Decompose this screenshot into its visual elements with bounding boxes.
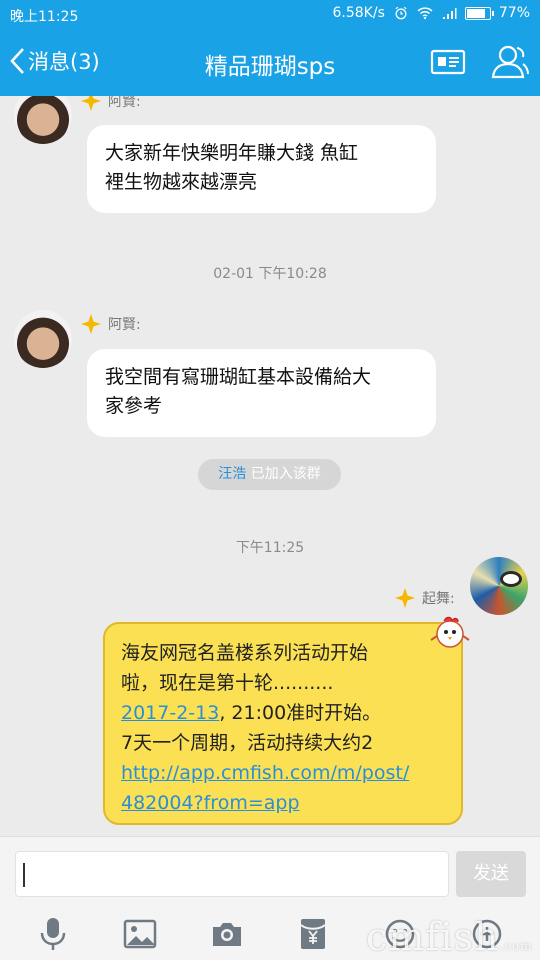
timestamp: 下午11:25 [235,540,305,556]
system-text: 已加入该群 [246,466,321,482]
mic-icon [41,918,66,950]
status-time: 晚上11:25 [10,9,79,25]
camera-button[interactable] [207,914,247,954]
message-line: 我空間有寫珊瑚缸基本設備給大 [105,366,372,388]
group-card-icon[interactable] [430,48,466,76]
date-link[interactable]: 2017-2-13 [121,702,219,724]
image-icon [123,919,157,949]
battery-percent: 77% [498,5,530,21]
send-button[interactable]: 发送 [456,851,526,897]
avatar[interactable] [14,96,72,144]
image-button[interactable] [120,914,160,954]
avatar[interactable] [470,557,528,615]
timestamp: 02-01 下午10:28 [213,266,327,282]
wifi-icon [417,7,433,20]
camera-icon [212,923,241,946]
chat-area[interactable]: 阿賢: 大家新年快樂明年賺大錢 魚缸 裡生物越來越漂亮 02-01 下午10:2… [0,96,540,836]
sender-label: 起舞: [394,587,455,609]
message-line: 大家新年快樂明年賺大錢 魚缸 [105,142,359,164]
message-line: 啦，现在是第十轮.......... [121,672,334,694]
signal-icon [442,8,457,19]
red-packet-button[interactable] [293,914,333,954]
chick-sticker-icon [430,616,470,648]
star-badge-icon [395,588,415,608]
red-packet-icon [300,919,326,949]
message-bubble[interactable]: 我空間有寫珊瑚缸基本設備給大 家參考 [87,349,436,437]
url-link[interactable]: 482004?from=app [121,788,445,818]
status-bar: 晚上11:25 6.58K/s 77% [0,0,540,30]
input-bar: 发送 cmfish.com [0,836,540,960]
battery-icon [464,6,494,20]
system-message: 汪浩 已加入该群 [198,459,341,490]
sender-label: 阿賢: [80,96,141,112]
joined-member-name[interactable]: 汪浩 [218,466,246,482]
star-badge-icon [81,96,101,111]
watermark: cmfish.com [366,915,533,959]
message-line: 家參考 [105,395,163,417]
nav-bar: 消息(3) 精品珊瑚sps [0,30,540,96]
message-bubble[interactable]: 海友网冠名盖楼系列活动开始 啦，现在是第十轮.......... 2017-2-… [103,622,463,825]
message-line: 2017-2-13, 21:00准时开始。 [121,702,382,724]
network-speed: 6.58K/s [332,5,385,21]
message-line: 海友网冠名盖楼系列活动开始 [121,642,369,664]
members-icon[interactable] [490,44,530,80]
sender-label: 阿賢: [80,313,141,335]
message-input[interactable] [15,851,449,897]
star-badge-icon [81,314,101,334]
message-line: 7天一个周期，活动持续大约2 [121,732,374,754]
message-line: 裡生物越來越漂亮 [105,171,258,193]
message-bubble[interactable]: 大家新年快樂明年賺大錢 魚缸 裡生物越來越漂亮 [87,125,436,213]
avatar[interactable] [14,310,72,368]
voice-button[interactable] [33,914,73,954]
url-link[interactable]: http://app.cmfish.com/m/post/ [121,758,445,788]
alarm-icon [395,6,407,20]
